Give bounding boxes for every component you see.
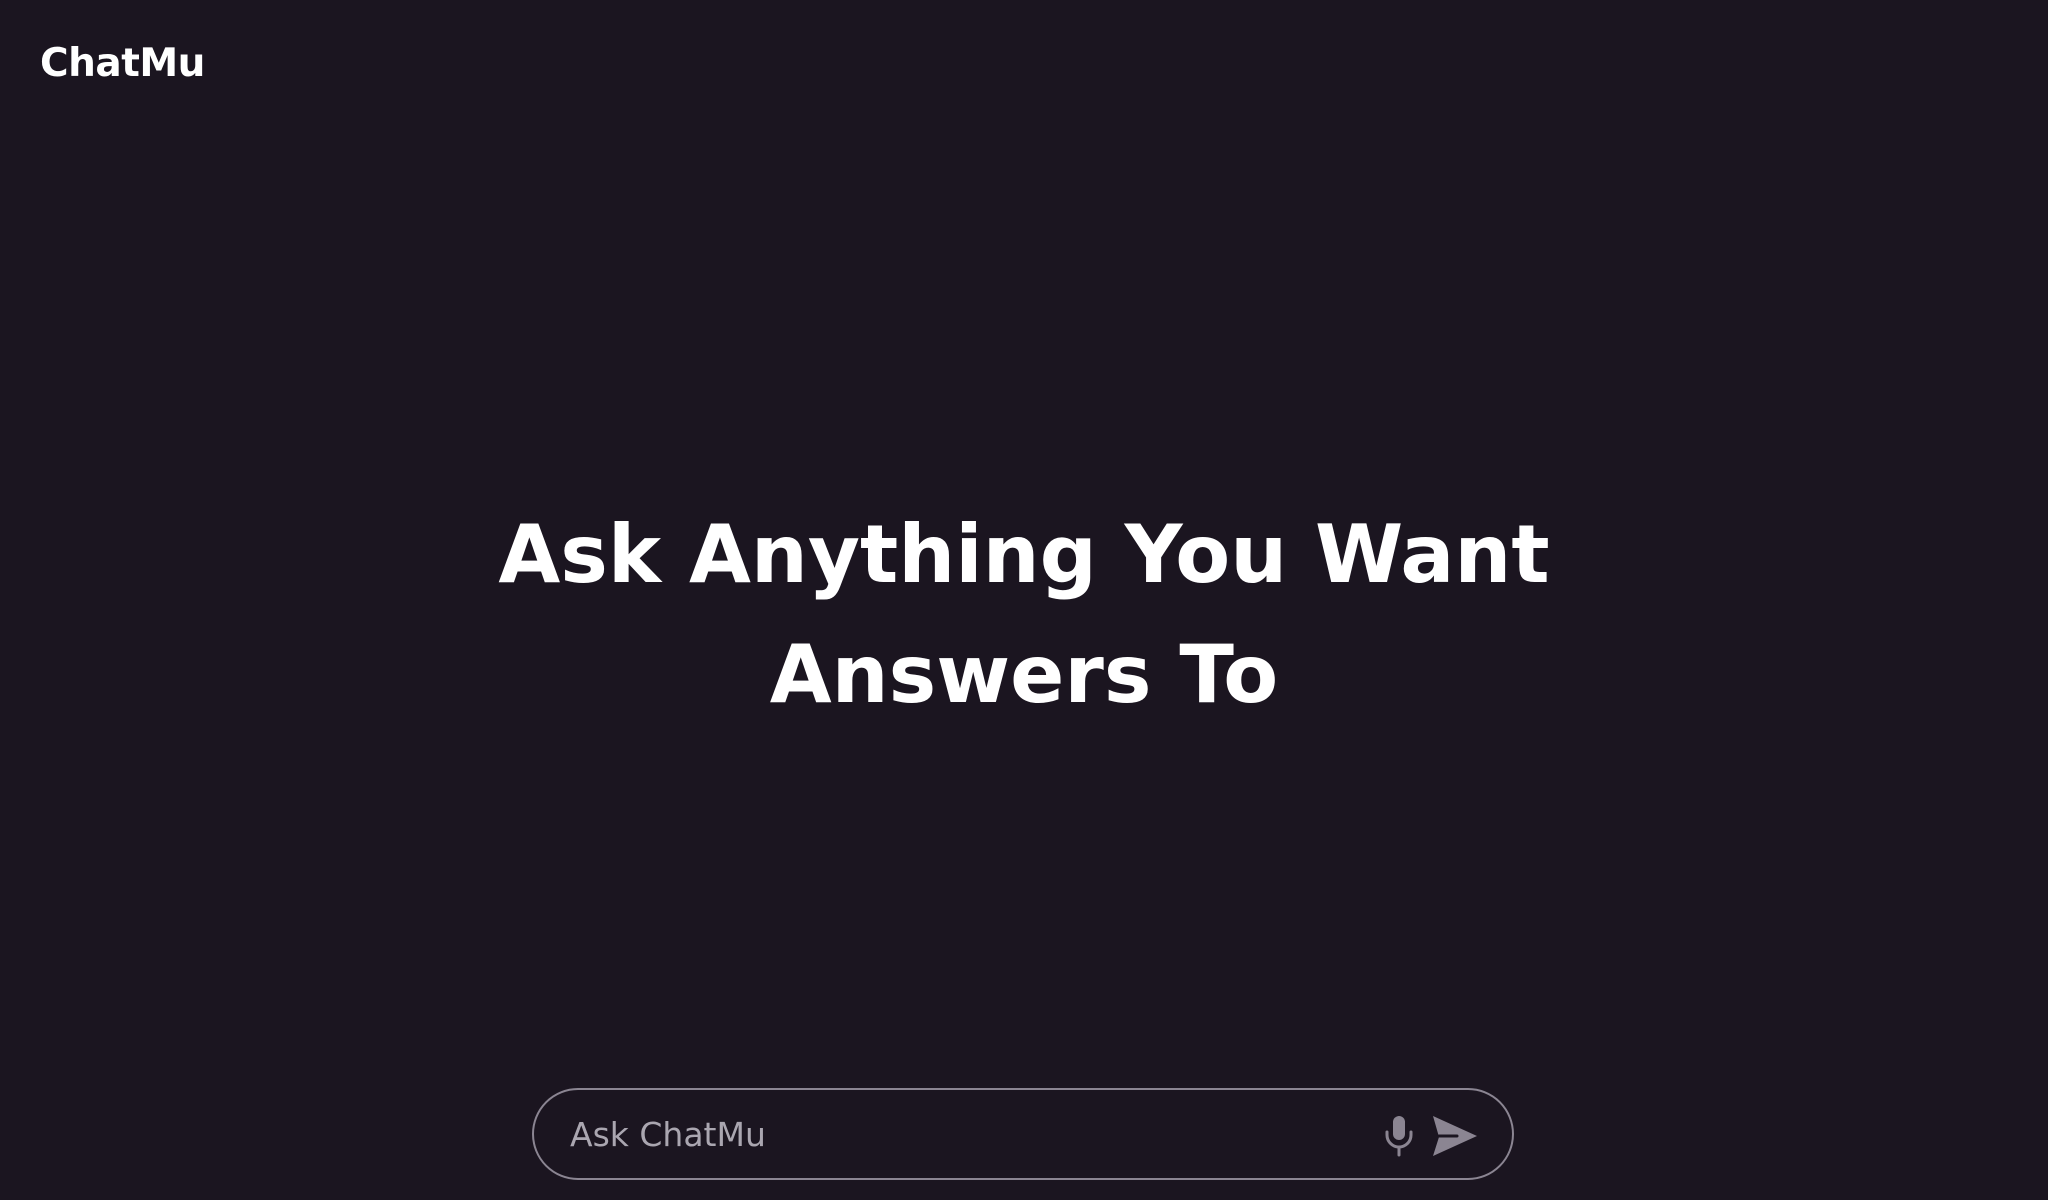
ask-input[interactable] — [570, 1106, 1390, 1162]
send-button[interactable] — [1431, 1114, 1479, 1158]
voice-input-button[interactable] — [1379, 1114, 1419, 1158]
chat-composer — [532, 1088, 1514, 1180]
app-logo[interactable]: ChatMu — [40, 44, 205, 83]
hero-heading-line-1: Ask Anything You Want — [498, 508, 1550, 601]
hero-heading: Ask Anything You Want Answers To — [0, 495, 2048, 735]
hero-heading-line-2: Answers To — [769, 628, 1279, 721]
send-icon — [1431, 1114, 1479, 1158]
microphone-icon — [1379, 1114, 1419, 1158]
